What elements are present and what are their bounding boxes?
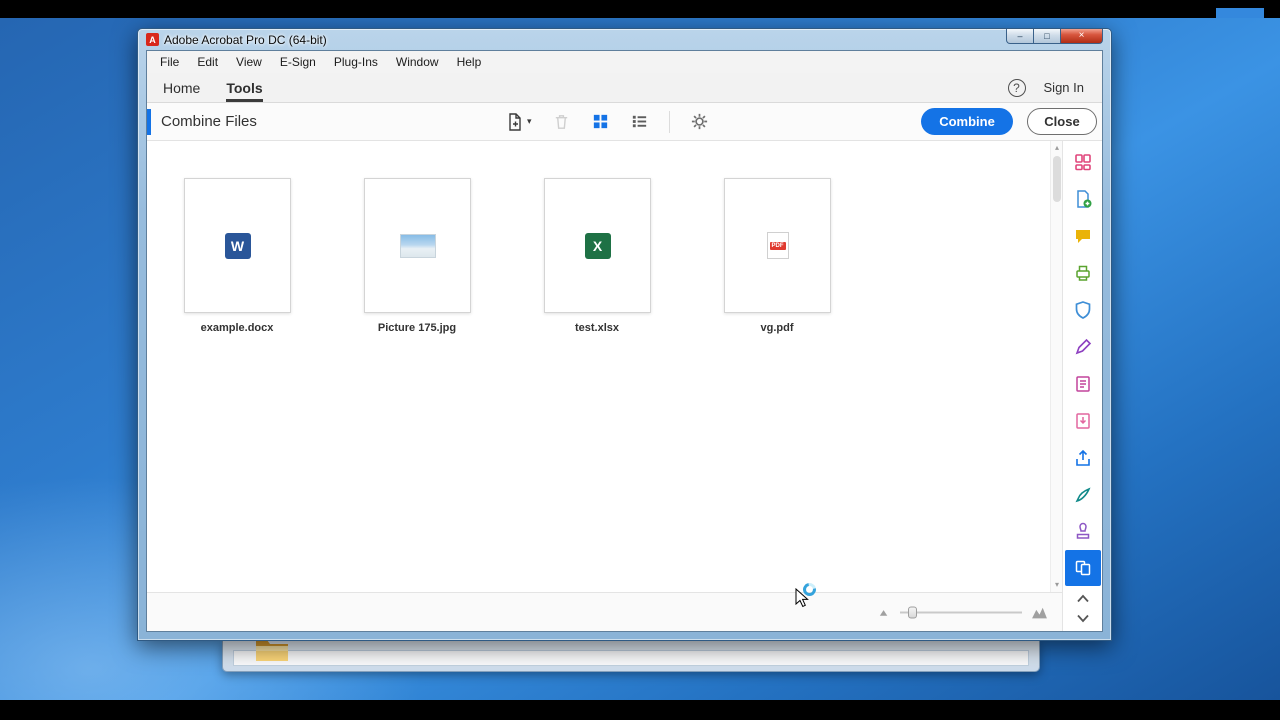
letterbox-top — [0, 0, 1280, 18]
rail-scroll-down-icon[interactable] — [1073, 609, 1093, 627]
thumbnail-zoom-control — [878, 605, 1048, 620]
window-client-area: File Edit View E-Sign Plug-Ins Window He… — [146, 50, 1103, 632]
menu-plugins[interactable]: Plug-Ins — [325, 51, 387, 73]
file-card-pdf[interactable]: PDF — [724, 178, 831, 313]
tab-tools[interactable]: Tools — [226, 73, 263, 102]
zoom-slider-thumb[interactable] — [908, 606, 917, 618]
word-file-icon: W — [224, 232, 251, 259]
menu-file[interactable]: File — [151, 51, 188, 73]
settings-gear-button[interactable] — [690, 112, 709, 131]
pdf-file-icon: PDF — [766, 232, 789, 259]
combine-files-icon[interactable] — [1064, 550, 1101, 586]
tab-bar: Home Tools ? Sign In — [147, 73, 1102, 103]
pdf-badge: PDF — [769, 242, 786, 250]
export-pdf-icon[interactable] — [1066, 402, 1100, 439]
tab-home[interactable]: Home — [163, 73, 200, 102]
window-controls: – □ × — [1006, 29, 1103, 44]
menu-help[interactable]: Help — [448, 51, 491, 73]
screen-artifact — [1216, 8, 1264, 18]
file-card-docx[interactable]: W — [184, 178, 291, 313]
image-thumbnail — [399, 233, 436, 258]
toolbar-separator — [668, 110, 670, 133]
stamp-icon[interactable] — [1066, 513, 1100, 550]
rail-scroll-controls — [1073, 589, 1093, 631]
create-pdf-icon[interactable] — [1066, 180, 1100, 217]
organize-pages-icon[interactable] — [1066, 143, 1100, 180]
status-strip — [147, 592, 1062, 631]
share-icon[interactable] — [1066, 439, 1100, 476]
window-title: Adobe Acrobat Pro DC (64-bit) — [164, 32, 327, 47]
busy-cursor — [795, 580, 821, 608]
close-tool-button[interactable]: Close — [1027, 108, 1097, 135]
zoom-slider-track — [900, 611, 1022, 613]
content-column: W X PDF example.docx Picture 175.jpg tes… — [147, 141, 1062, 631]
file-name: example.docx — [200, 322, 274, 334]
grid-view-button[interactable] — [591, 112, 610, 131]
menu-window[interactable]: Window — [387, 51, 448, 73]
excel-file-icon: X — [584, 232, 611, 259]
file-name: test.xlsx — [574, 322, 620, 334]
background-window[interactable] — [222, 641, 1040, 672]
sign-in-link[interactable]: Sign In — [1044, 80, 1084, 95]
menu-esign[interactable]: E-Sign — [271, 51, 325, 73]
vertical-scrollbar[interactable]: ▴ ▾ — [1050, 141, 1062, 592]
background-window-content — [233, 650, 1029, 666]
edit-pdf-icon[interactable] — [1066, 365, 1100, 402]
file-name: vg.pdf — [760, 322, 794, 334]
tabbar-right: ? Sign In — [1007, 78, 1102, 97]
help-icon[interactable]: ? — [1007, 78, 1026, 97]
scrollbar-down-icon[interactable]: ▾ — [1051, 580, 1063, 590]
add-files-button[interactable]: ▾ — [505, 112, 532, 132]
menu-bar: File Edit View E-Sign Plug-Ins Window He… — [147, 51, 1102, 73]
accent-bar — [147, 109, 151, 135]
tool-title: Combine Files — [161, 113, 257, 130]
close-window-button[interactable]: × — [1061, 29, 1103, 44]
tools-rail — [1062, 141, 1102, 631]
combine-toolbar: Combine Files ▾ Combine Close — [147, 103, 1102, 141]
menu-edit[interactable]: Edit — [188, 51, 227, 73]
main-area: W X PDF example.docx Picture 175.jpg tes… — [147, 141, 1102, 631]
letterbox-bottom — [0, 700, 1280, 720]
file-card-jpg[interactable] — [364, 178, 471, 313]
minimize-button[interactable]: – — [1006, 29, 1034, 44]
menu-view[interactable]: View — [227, 51, 271, 73]
scrollbar-thumb[interactable] — [1053, 156, 1061, 202]
titlebar[interactable]: A Adobe Acrobat Pro DC (64-bit) – □ × — [138, 29, 1111, 50]
acrobat-app-icon: A — [146, 33, 159, 46]
add-files-caret-icon: ▾ — [527, 116, 532, 126]
rail-scroll-up-icon[interactable] — [1073, 589, 1093, 607]
protect-icon[interactable] — [1066, 291, 1100, 328]
list-view-button[interactable] — [630, 112, 649, 131]
fill-sign-icon[interactable] — [1066, 328, 1100, 365]
combine-button[interactable]: Combine — [921, 108, 1013, 135]
zoom-in-icon[interactable] — [1031, 605, 1048, 620]
file-grid: W X PDF example.docx Picture 175.jpg tes… — [147, 141, 1062, 592]
zoom-slider[interactable] — [900, 605, 1022, 619]
toolbar-actions: Combine Close — [921, 108, 1097, 135]
comment-icon[interactable] — [1066, 217, 1100, 254]
file-card-xlsx[interactable]: X — [544, 178, 651, 313]
zoom-out-icon[interactable] — [878, 606, 891, 619]
maximize-button[interactable]: □ — [1034, 29, 1061, 44]
request-signatures-icon[interactable] — [1066, 476, 1100, 513]
screen: A Adobe Acrobat Pro DC (64-bit) – □ × Fi… — [0, 0, 1280, 720]
file-name: Picture 175.jpg — [377, 322, 457, 334]
scrollbar-up-icon[interactable]: ▴ — [1051, 143, 1063, 153]
acrobat-window: A Adobe Acrobat Pro DC (64-bit) – □ × Fi… — [137, 28, 1112, 641]
toolbar-icons: ▾ — [505, 110, 709, 133]
scan-ocr-icon[interactable] — [1066, 254, 1100, 291]
delete-button[interactable] — [552, 112, 571, 131]
